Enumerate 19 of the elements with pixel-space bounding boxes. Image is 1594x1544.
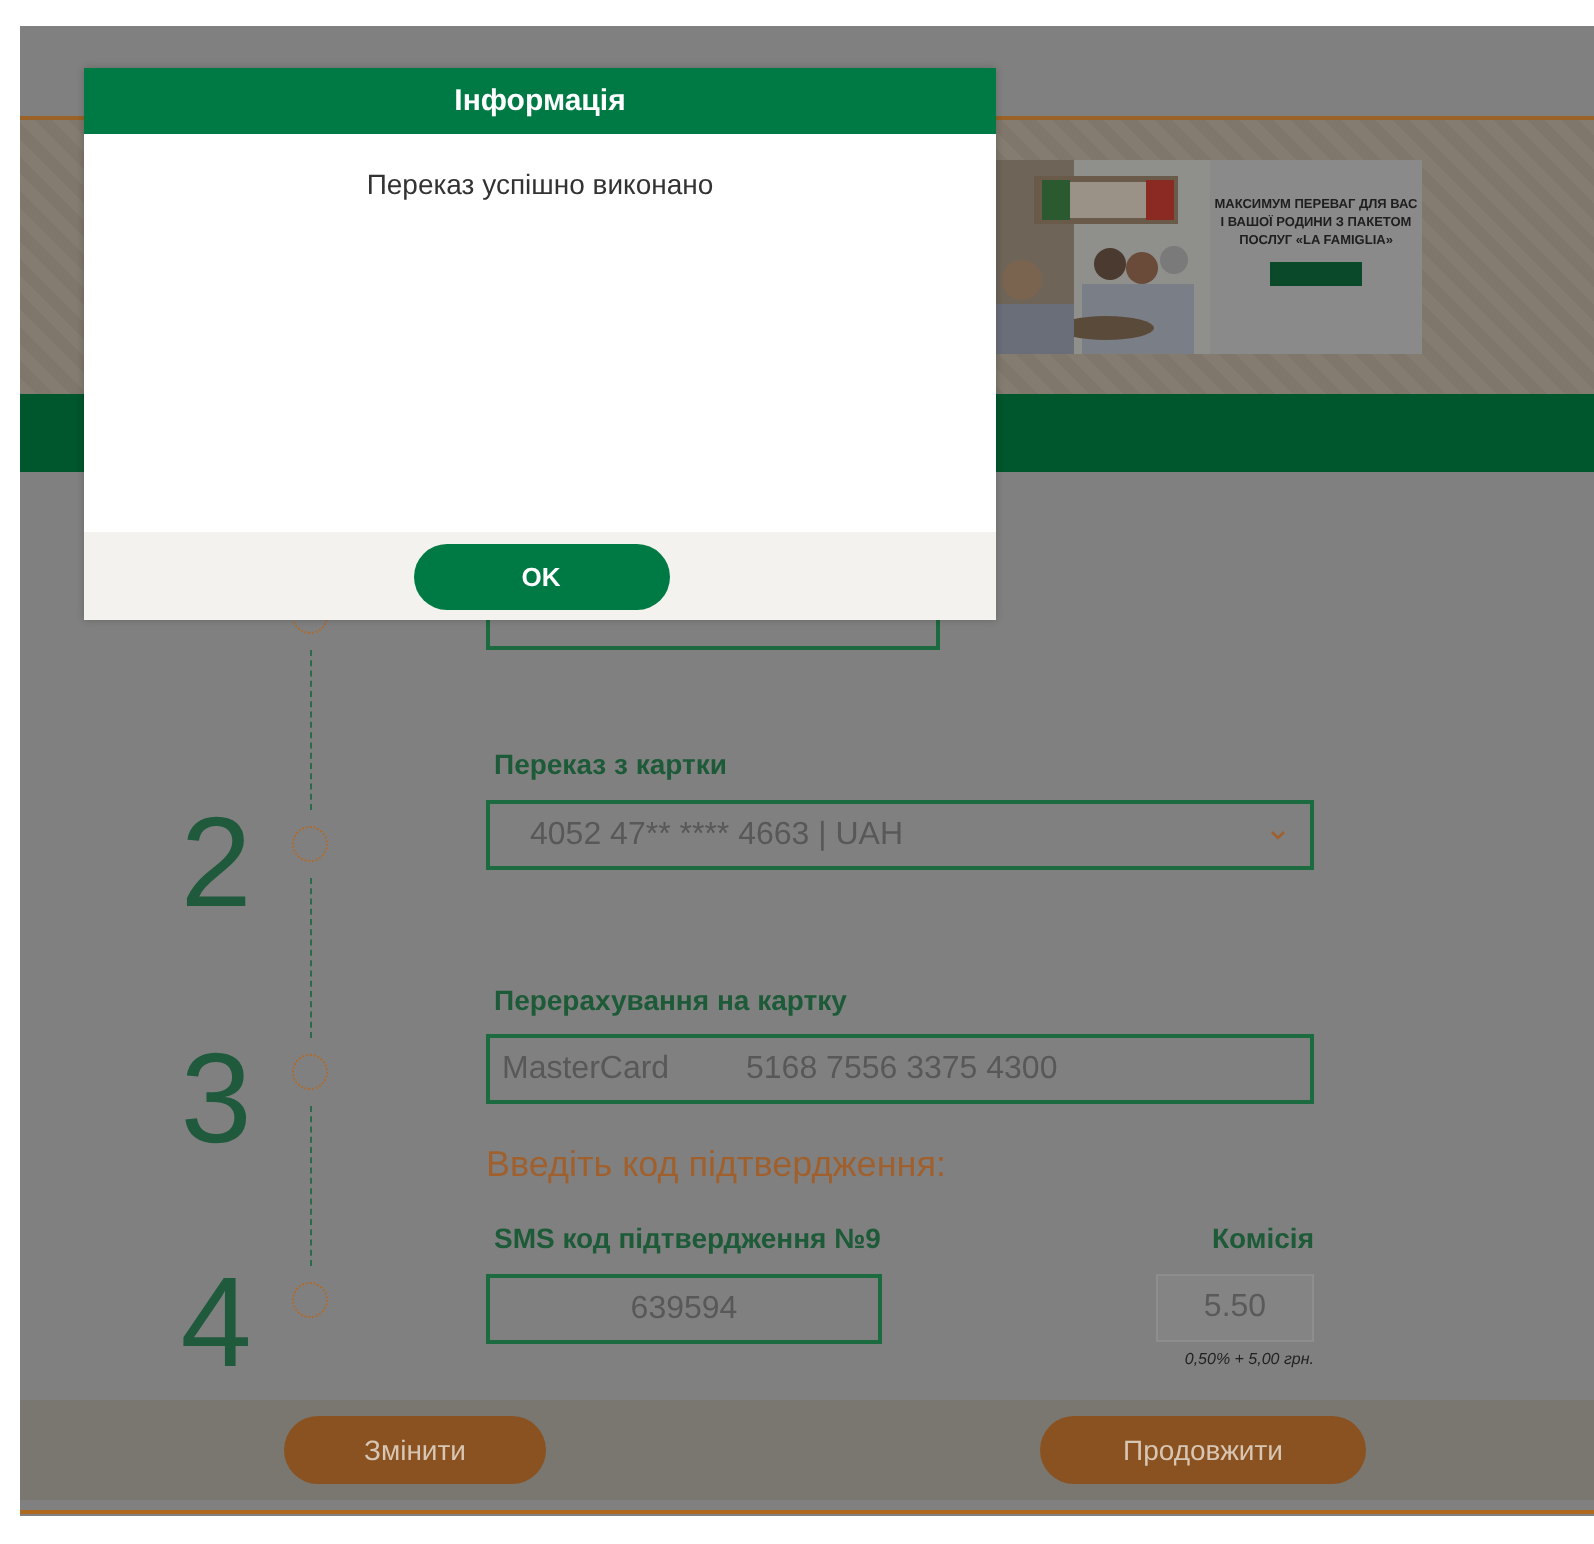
caret-icon: [1270, 830, 1286, 840]
continue-button[interactable]: Продовжити: [1040, 1416, 1366, 1484]
dialog-message: Переказ успішно виконано: [366, 168, 714, 204]
step-number: 3: [178, 1038, 254, 1158]
ok-button[interactable]: OK: [413, 543, 669, 609]
step-number: 4: [178, 1262, 254, 1382]
confirm-heading: Введіть код підтвердження:: [486, 1142, 948, 1186]
change-button[interactable]: Змінити: [284, 1416, 546, 1484]
details-button[interactable]: [1270, 262, 1362, 286]
step-circle-icon: [292, 826, 328, 862]
field-label: Перерахування на картку: [492, 982, 849, 1018]
field-label: SMS код підтвердження №9: [492, 1220, 882, 1256]
field-label: Переказ з картки: [492, 746, 729, 782]
step-number: 2: [178, 802, 254, 922]
dialog-title: Інформація: [84, 68, 996, 134]
field-label: Комісія: [1209, 1220, 1314, 1256]
step-circle-icon: [292, 1054, 328, 1090]
step-circle-icon: [292, 1282, 328, 1318]
commission-note: 0,50% + 5,00 грн.: [1184, 1350, 1314, 1368]
